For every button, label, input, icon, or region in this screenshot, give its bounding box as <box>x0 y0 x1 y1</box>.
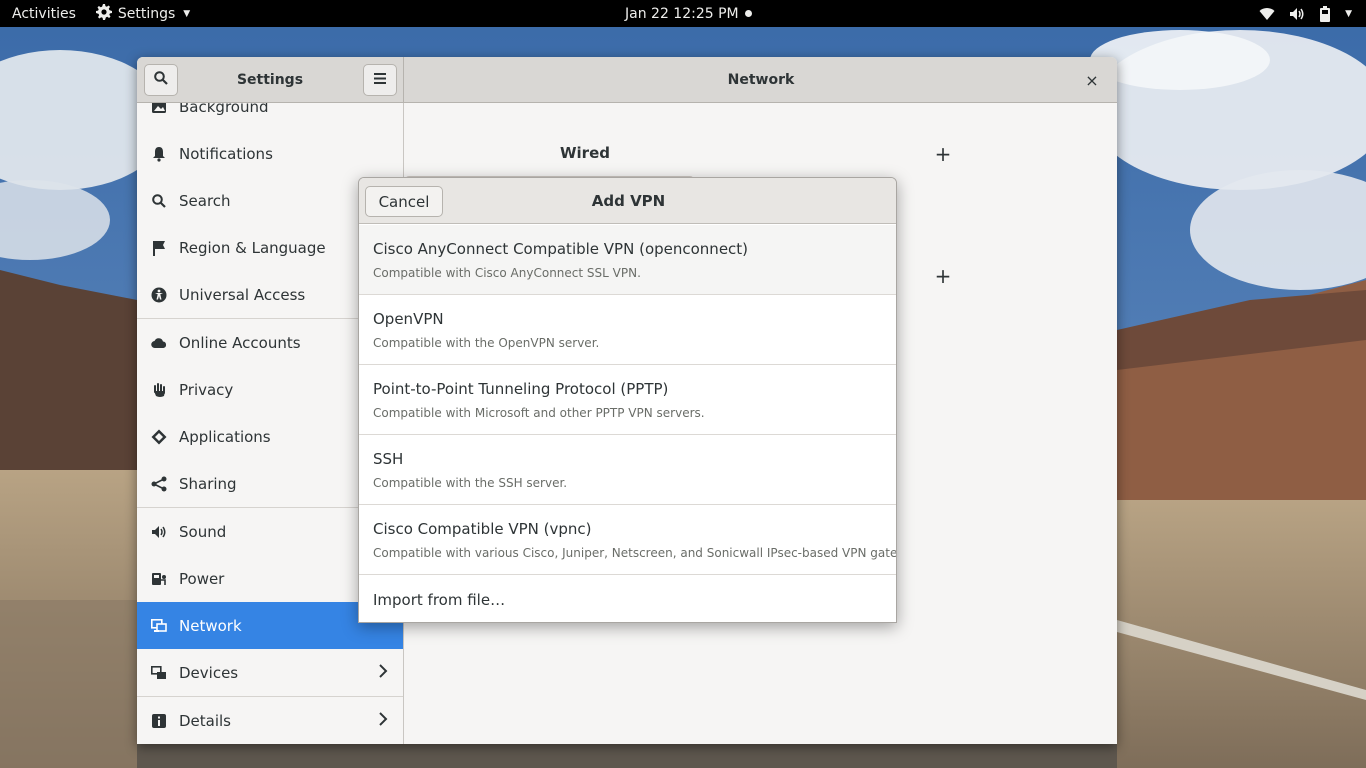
panel-title: Network <box>727 72 795 88</box>
vpn-option-name: Cisco AnyConnect Compatible VPN (opencon… <box>373 240 749 258</box>
battery-icon <box>1319 5 1331 22</box>
background-icon <box>151 103 167 115</box>
accessibility-icon <box>151 287 167 303</box>
add-vpn-dialog: Add VPN Cancel Cisco AnyConnect Compatib… <box>358 177 897 623</box>
cloud-icon <box>151 335 167 351</box>
sidebar-item-background[interactable]: Background <box>137 103 403 130</box>
search-icon <box>151 193 167 209</box>
sidebar-item-label: Details <box>179 711 232 730</box>
search-icon <box>154 71 168 89</box>
sidebar-header: Settings <box>137 57 404 103</box>
applications-icon <box>151 429 167 445</box>
flag-icon <box>151 240 167 256</box>
vpn-option-name: SSH <box>373 450 404 468</box>
bell-icon <box>151 146 167 162</box>
vpn-option-description: Compatible with Cisco AnyConnect SSL VPN… <box>373 266 641 280</box>
clock[interactable]: Jan 22 12:25 PM <box>625 0 752 27</box>
sidebar-title: Settings <box>236 72 304 88</box>
sidebar-item-label: Online Accounts <box>179 333 301 352</box>
gear-icon <box>95 3 112 24</box>
network-icon <box>151 618 167 634</box>
dialog-header: Add VPN Cancel <box>359 178 896 224</box>
close-button[interactable]: × <box>1079 67 1105 93</box>
system-menu-arrow-icon: ▼ <box>1345 8 1352 19</box>
vpn-option-name: Cisco Compatible VPN (vpnc) <box>373 520 592 538</box>
vpn-option-openvpn[interactable]: OpenVPN Compatible with the OpenVPN serv… <box>359 295 896 365</box>
sidebar-item-notifications[interactable]: Notifications <box>137 130 403 177</box>
hand-icon <box>151 382 167 398</box>
sidebar-item-label: Notifications <box>179 144 273 163</box>
vpn-option-description: Compatible with the OpenVPN server. <box>373 336 600 350</box>
sidebar-item-label: Network <box>179 616 242 635</box>
import-from-file-label: Import from file… <box>373 590 506 609</box>
app-menu-label: Settings <box>117 5 176 22</box>
volume-icon <box>1289 7 1305 21</box>
vpn-option-pptp[interactable]: Point-to-Point Tunneling Protocol (PPTP)… <box>359 365 896 435</box>
vpn-option-description: Compatible with the SSH server. <box>373 476 568 490</box>
chevron-right-icon <box>378 664 388 682</box>
dropdown-arrow-icon: ▼ <box>183 8 191 19</box>
sidebar-item-details[interactable]: Details <box>137 697 403 744</box>
system-tray[interactable]: ▼ <box>1259 0 1352 27</box>
search-button[interactable] <box>144 64 178 96</box>
share-icon <box>151 476 167 492</box>
sidebar-item-label: Privacy <box>179 380 234 399</box>
wired-section-title: Wired <box>560 144 610 162</box>
header-bar: Settings Network × <box>137 57 1117 103</box>
devices-icon <box>151 665 167 681</box>
add-vpn-button[interactable]: + <box>934 266 952 286</box>
info-icon <box>151 713 167 729</box>
sidebar-item-label: Universal Access <box>179 285 306 304</box>
vpn-option-vpnc[interactable]: Cisco Compatible VPN (vpnc) Compatible w… <box>359 505 896 575</box>
sidebar-item-label: Region & Language <box>179 238 326 257</box>
hamburger-icon <box>374 72 386 88</box>
sidebar-item-label: Applications <box>179 427 271 446</box>
vpn-option-ssh[interactable]: SSH Compatible with the SSH server. <box>359 435 896 505</box>
vpn-option-description: Compatible with various Cisco, Juniper, … <box>373 546 897 560</box>
import-from-file-option[interactable]: Import from file… <box>359 576 896 622</box>
notification-dot-icon <box>744 10 752 17</box>
wifi-icon <box>1259 7 1275 21</box>
primary-menu-button[interactable] <box>363 64 397 96</box>
sidebar-item-label: Power <box>179 569 225 588</box>
power-icon <box>151 571 167 587</box>
add-wired-button[interactable]: + <box>934 144 952 164</box>
sidebar-item-label: Sound <box>179 522 227 541</box>
vpn-option-openconnect[interactable]: Cisco AnyConnect Compatible VPN (opencon… <box>359 225 896 295</box>
cancel-button[interactable]: Cancel <box>365 186 443 217</box>
top-bar: Activities Settings ▼ Jan 22 12:25 PM ▼ <box>0 0 1366 27</box>
sidebar-item-label: Sharing <box>179 474 237 493</box>
speaker-icon <box>151 524 167 540</box>
chevron-right-icon <box>378 712 388 730</box>
sidebar-item-label: Search <box>179 191 231 210</box>
vpn-option-name: OpenVPN <box>373 310 444 328</box>
clock-label: Jan 22 12:25 PM <box>625 5 739 22</box>
sidebar-item-devices[interactable]: Devices <box>137 649 403 696</box>
app-menu[interactable]: Settings ▼ <box>88 0 198 27</box>
activities-button[interactable]: Activities <box>0 0 88 27</box>
sidebar-item-label: Devices <box>179 663 239 682</box>
sidebar-item-label: Background <box>179 103 269 116</box>
close-icon: × <box>1085 70 1099 90</box>
vpn-option-description: Compatible with Microsoft and other PPTP… <box>373 406 705 420</box>
vpn-option-name: Point-to-Point Tunneling Protocol (PPTP) <box>373 380 669 398</box>
